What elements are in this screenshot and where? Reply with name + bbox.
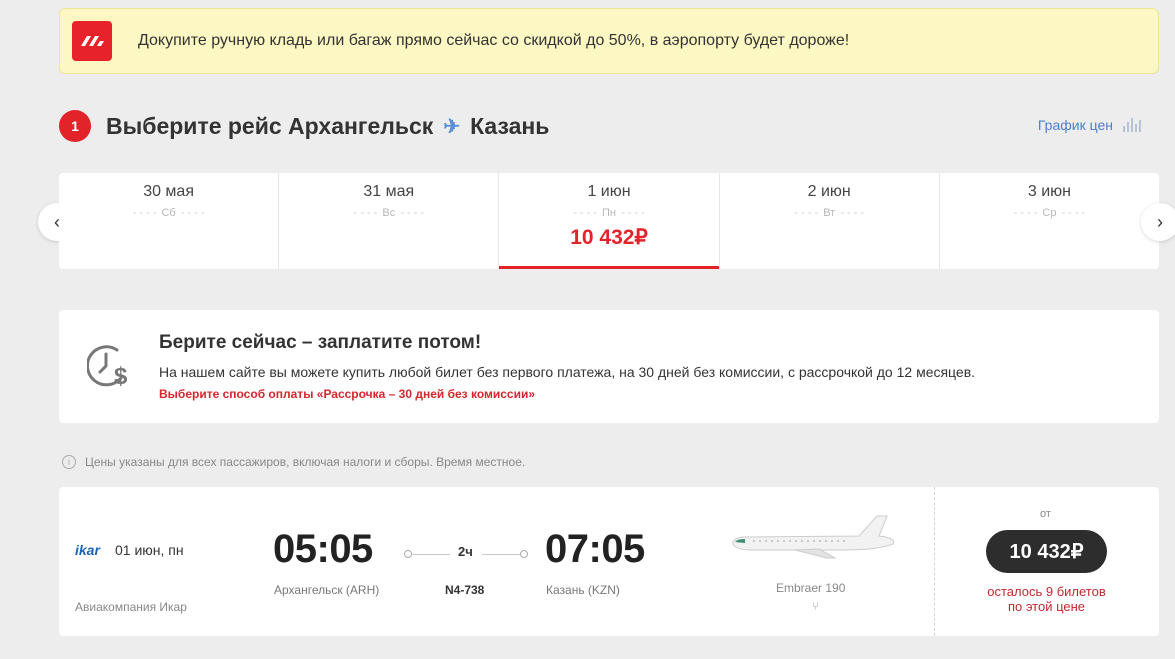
clock-dollar-icon: $ — [85, 342, 135, 393]
notice-text: Цены указаны для всех пассажиров, включа… — [85, 455, 526, 469]
plane-icon: ✈ — [443, 115, 461, 138]
date-cell[interactable]: 2 июн Вт — [720, 173, 940, 269]
date-weekday: Ср — [940, 207, 1159, 219]
page-title: Выберите рейс Архангельск ✈ Казань — [106, 113, 549, 140]
date-selector: 30 мая Сб 31 мая Вс 1 июн Пн 10 432₽ 2 и… — [59, 173, 1159, 269]
route-dot — [520, 550, 528, 558]
flight-date: 01 июн, пн — [115, 542, 184, 558]
title-origin: Выберите рейс Архангельск — [106, 112, 434, 139]
flight-card[interactable]: ikar 01 июн, пн Авиакомпания Икар 05:05 … — [59, 487, 1159, 636]
route-segment — [412, 554, 450, 555]
banner-text: Докупите ручную кладь или багаж прямо се… — [138, 32, 850, 49]
date-day: 30 мая — [143, 183, 194, 200]
date-cell[interactable]: 30 мая Сб — [59, 173, 280, 269]
seat-icon: ⑂ — [812, 599, 820, 613]
departure-time: 05:05 — [273, 527, 373, 571]
price-from-label: от — [1040, 508, 1051, 520]
airline-logo: ikar — [75, 542, 100, 558]
date-weekday: Вс — [279, 207, 498, 219]
nordwind-logo-icon — [72, 21, 112, 61]
date-day: 1 июн — [587, 183, 631, 200]
price-chart-label: График цен — [1037, 117, 1113, 133]
route-dot — [404, 550, 412, 558]
date-cell[interactable]: 31 мая Вс — [279, 173, 500, 269]
arrival-time: 07:05 — [545, 527, 645, 571]
departure-airport: Архангельск (ARH) — [274, 583, 380, 597]
promo-title: Берите сейчас – заплатите потом! — [159, 332, 482, 353]
step-number-badge: 1 — [59, 110, 91, 142]
arrival-airport: Казань (KZN) — [546, 583, 620, 597]
date-day: 31 мая — [363, 183, 415, 200]
installment-promo: $ Берите сейчас – заплатите потом! На на… — [59, 310, 1159, 423]
date-day: 3 июн — [1027, 183, 1071, 200]
date-cell-selected[interactable]: 1 июн Пн 10 432₽ — [499, 173, 720, 269]
price-notice: i Цены указаны для всех пассажиров, вклю… — [62, 455, 525, 469]
promo-description: На нашем сайте вы можете купить любой би… — [159, 364, 976, 380]
bar-chart-icon — [1123, 118, 1141, 132]
promo-banner: Докупите ручную кладь или багаж прямо се… — [59, 8, 1159, 74]
card-divider — [934, 487, 935, 636]
date-price: 10 432₽ — [570, 226, 648, 249]
seats-left-text: осталось 9 билетов по этой цене — [969, 584, 1124, 614]
aircraft-icon — [727, 512, 899, 565]
price-chart-link[interactable]: График цен — [1038, 117, 1141, 133]
next-dates-button[interactable]: › — [1141, 203, 1175, 241]
date-day: 2 июн — [807, 183, 851, 200]
route-segment — [482, 554, 520, 555]
seats-left-line: по этой цене — [1007, 599, 1086, 614]
date-weekday: Вт — [720, 207, 939, 219]
step-header: 1 Выберите рейс Архангельск ✈ Казань — [59, 110, 549, 142]
seats-left-line: осталось 9 билетов — [987, 584, 1106, 599]
flight-duration: 2ч — [458, 544, 473, 559]
title-destination: Казань — [470, 112, 550, 139]
date-weekday: Пн — [499, 207, 718, 219]
svg-text:$: $ — [114, 363, 128, 388]
info-icon: i — [62, 455, 76, 469]
flight-number: N4-738 — [445, 583, 485, 597]
airline-name: Авиакомпания Икар — [75, 600, 187, 614]
promo-link[interactable]: Выберите способ оплаты «Рассрочка – 30 д… — [159, 387, 535, 401]
date-weekday: Сб — [59, 207, 278, 219]
select-flight-price-button[interactable]: 10 432₽ — [986, 530, 1107, 573]
date-cell[interactable]: 3 июн Ср — [940, 173, 1159, 269]
aircraft-name: Embraer 190 — [776, 581, 846, 595]
chevron-right-icon: › — [1157, 211, 1163, 232]
